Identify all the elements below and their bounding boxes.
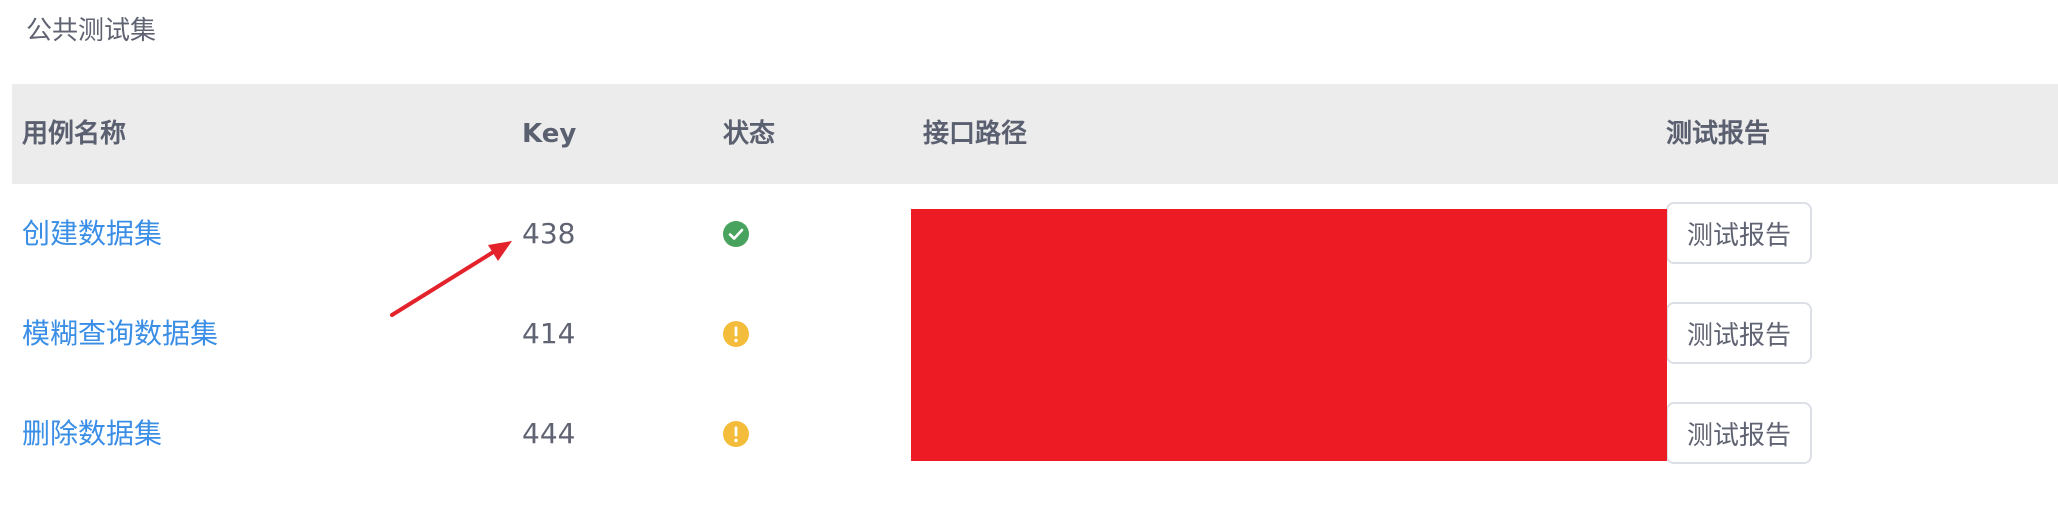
case-name-link[interactable]: 删除数据集 bbox=[22, 384, 162, 484]
redaction-block bbox=[911, 209, 1667, 461]
exclamation-circle-icon bbox=[722, 320, 750, 348]
header-api-path: 接口路径 bbox=[923, 119, 1028, 149]
test-report-button[interactable]: 测试报告 bbox=[1666, 402, 1812, 464]
case-name-link[interactable]: 模糊查询数据集 bbox=[22, 284, 218, 384]
header-key: Key bbox=[522, 119, 577, 149]
case-key: 438 bbox=[522, 217, 576, 250]
status-cell bbox=[722, 284, 750, 384]
header-status: 状态 bbox=[723, 119, 776, 149]
case-key: 444 bbox=[522, 417, 576, 450]
test-report-button[interactable]: 测试报告 bbox=[1666, 302, 1812, 364]
header-case-name: 用例名称 bbox=[22, 119, 127, 149]
page: 公共测试集 用例名称 Key 状态 接口路径 测试报告 创建数据集 438 测试… bbox=[0, 0, 2058, 510]
status-cell bbox=[722, 384, 750, 484]
section-title: 公共测试集 bbox=[26, 16, 157, 46]
table-header: 用例名称 Key 状态 接口路径 测试报告 bbox=[12, 84, 2058, 184]
annotation-arrow-icon bbox=[390, 241, 512, 317]
status-cell bbox=[722, 184, 750, 284]
test-report-button[interactable]: 测试报告 bbox=[1666, 202, 1812, 264]
check-circle-icon bbox=[722, 220, 750, 248]
case-name-link[interactable]: 创建数据集 bbox=[22, 184, 162, 284]
header-test-report: 测试报告 bbox=[1666, 119, 1771, 149]
case-key: 414 bbox=[522, 317, 576, 350]
exclamation-circle-icon bbox=[722, 420, 750, 448]
